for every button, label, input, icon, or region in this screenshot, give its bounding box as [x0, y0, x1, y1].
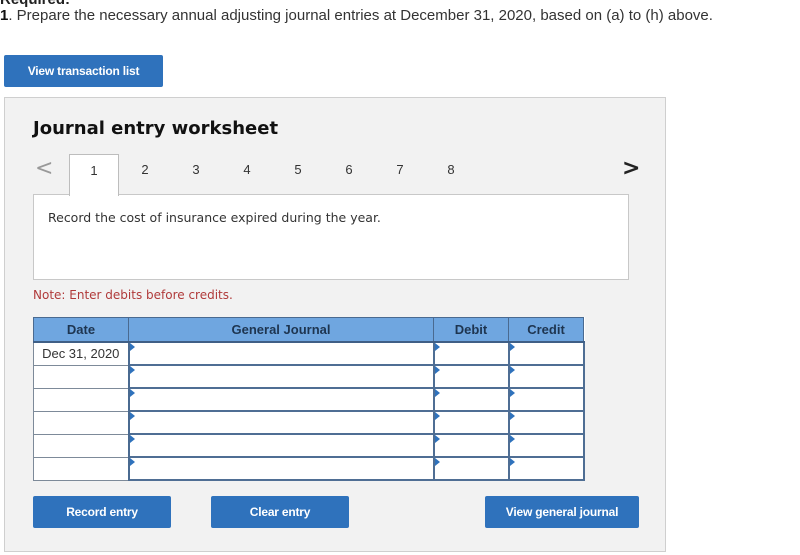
debit-input[interactable]	[434, 389, 508, 410]
debit-input[interactable]	[434, 458, 508, 479]
debit-cell	[432, 387, 510, 412]
view-general-journal-button[interactable]: View general journal	[485, 496, 639, 528]
account-input[interactable]	[129, 389, 433, 410]
header-debit: Debit	[433, 317, 509, 343]
account-input[interactable]	[129, 343, 433, 364]
account-input[interactable]	[129, 412, 433, 433]
cell-marker-icon	[434, 366, 440, 374]
account-cell	[127, 364, 435, 389]
table-row	[33, 433, 585, 458]
header-general-journal: General Journal	[128, 317, 434, 343]
credit-cell	[507, 364, 585, 389]
account-input[interactable]	[129, 435, 433, 456]
tab-7[interactable]: 7	[375, 154, 425, 194]
table-row	[33, 364, 585, 389]
instruction-box: Record the cost of insurance expired dur…	[33, 194, 629, 280]
date-cell	[33, 433, 130, 458]
date-cell	[33, 387, 130, 412]
header-credit: Credit	[508, 317, 584, 343]
debit-input[interactable]	[434, 366, 508, 387]
credit-cell	[507, 410, 585, 435]
table-header-row: Date General Journal Debit Credit	[33, 317, 584, 343]
cell-marker-icon	[509, 343, 515, 351]
date-cell: Dec 31, 2020	[33, 341, 130, 366]
credit-cell	[507, 341, 585, 366]
table-row: Dec 31, 2020	[33, 341, 585, 366]
table-row	[33, 387, 585, 412]
record-entry-button[interactable]: Record entry	[33, 496, 171, 528]
chevron-left-icon[interactable]: <	[35, 156, 53, 181]
credit-input[interactable]	[509, 389, 583, 410]
table-row	[33, 456, 585, 481]
account-cell	[127, 456, 435, 481]
account-cell	[127, 341, 435, 366]
credit-input[interactable]	[509, 412, 583, 433]
tab-3[interactable]: 3	[171, 154, 221, 194]
tab-4[interactable]: 4	[222, 154, 272, 194]
credit-input[interactable]	[509, 458, 583, 479]
cell-marker-icon	[509, 366, 515, 374]
clear-entry-button[interactable]: Clear entry	[211, 496, 349, 528]
date-cell	[33, 364, 130, 389]
debit-input[interactable]	[434, 343, 508, 364]
credit-input[interactable]	[509, 366, 583, 387]
debit-cell	[432, 456, 510, 481]
cell-marker-icon	[129, 412, 135, 420]
view-transaction-list-button[interactable]: View transaction list	[4, 55, 163, 87]
question-text: 1. Prepare the necessary annual adjustin…	[0, 7, 713, 24]
chevron-right-icon[interactable]: >	[622, 156, 640, 181]
table-row	[33, 410, 585, 435]
cell-marker-icon	[129, 389, 135, 397]
tab-5[interactable]: 5	[273, 154, 323, 194]
cell-marker-icon	[434, 435, 440, 443]
cell-marker-icon	[509, 389, 515, 397]
cell-marker-icon	[434, 458, 440, 466]
account-input[interactable]	[129, 458, 433, 479]
cell-marker-icon	[509, 458, 515, 466]
note-text: Note: Enter debits before credits.	[33, 288, 233, 302]
journal-table: Date General Journal Debit Credit Dec 31…	[33, 317, 585, 481]
cell-marker-icon	[129, 366, 135, 374]
account-cell	[127, 387, 435, 412]
credit-cell	[507, 456, 585, 481]
tab-1[interactable]: 1	[69, 154, 119, 196]
credit-input[interactable]	[509, 343, 583, 364]
cell-marker-icon	[509, 435, 515, 443]
account-cell	[127, 410, 435, 435]
instruction-text: Record the cost of insurance expired dur…	[48, 210, 381, 225]
worksheet-title: Journal entry worksheet	[33, 118, 279, 139]
tab-8[interactable]: 8	[426, 154, 476, 194]
debit-cell	[432, 364, 510, 389]
credit-cell	[507, 387, 585, 412]
cell-marker-icon	[509, 412, 515, 420]
debit-cell	[432, 433, 510, 458]
question-body: . Prepare the necessary annual adjusting…	[8, 7, 713, 24]
credit-cell	[507, 433, 585, 458]
tab-6[interactable]: 6	[324, 154, 374, 194]
cell-marker-icon	[129, 458, 135, 466]
cell-marker-icon	[434, 343, 440, 351]
debit-cell	[432, 410, 510, 435]
journal-entry-worksheet: Journal entry worksheet < 1 2 3 4 5 6 7 …	[4, 97, 666, 552]
account-cell	[127, 433, 435, 458]
cell-marker-icon	[434, 412, 440, 420]
cell-marker-icon	[129, 343, 135, 351]
header-date: Date	[33, 317, 129, 343]
cell-marker-icon	[129, 435, 135, 443]
tab-2[interactable]: 2	[120, 154, 170, 194]
debit-input[interactable]	[434, 435, 508, 456]
debit-input[interactable]	[434, 412, 508, 433]
date-cell	[33, 410, 130, 435]
date-cell	[33, 456, 130, 481]
account-input[interactable]	[129, 366, 433, 387]
credit-input[interactable]	[509, 435, 583, 456]
cell-marker-icon	[434, 389, 440, 397]
debit-cell	[432, 341, 510, 366]
